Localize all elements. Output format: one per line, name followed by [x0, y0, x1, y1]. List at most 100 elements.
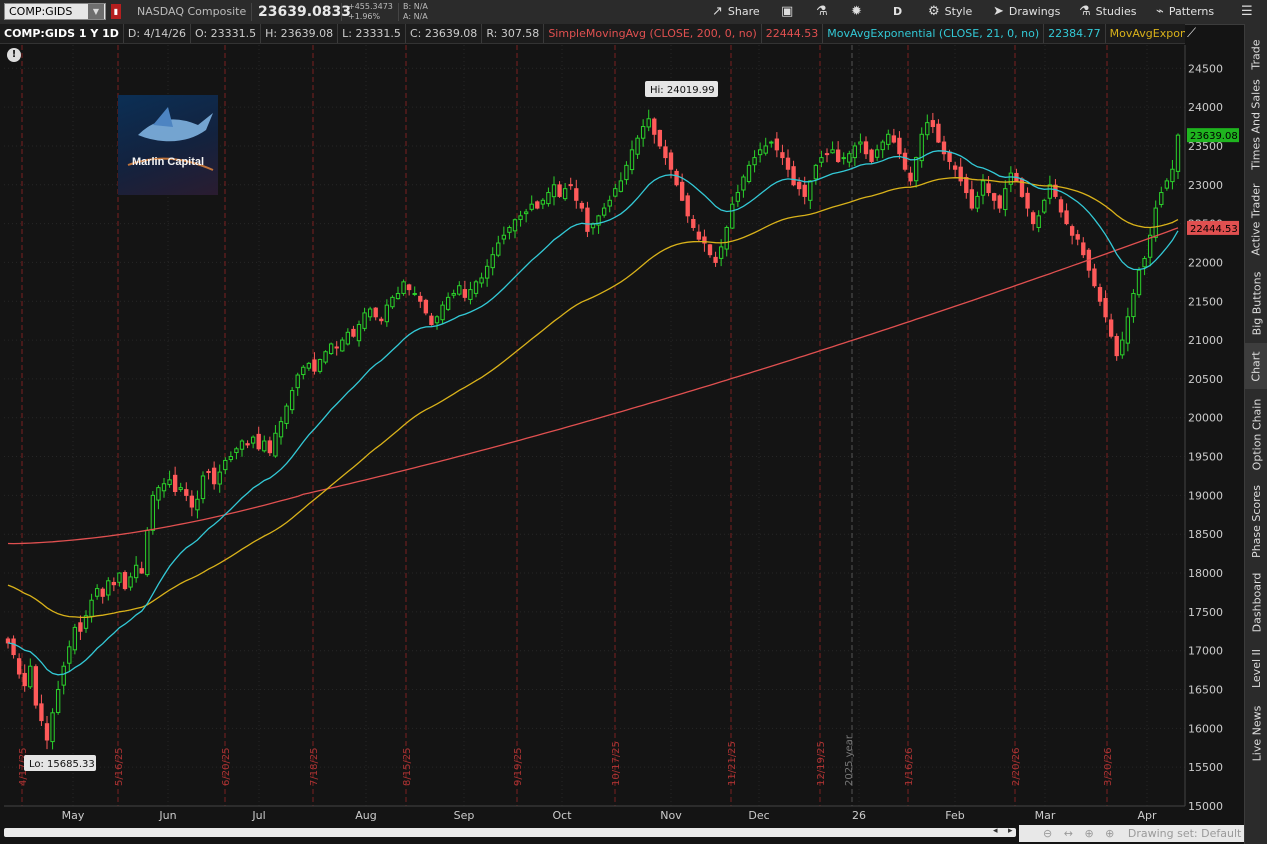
- candle[interactable]: [691, 219, 696, 228]
- candle[interactable]: [117, 572, 122, 583]
- crosshair-icon[interactable]: ⊕: [1084, 827, 1093, 840]
- candle[interactable]: [401, 281, 406, 294]
- fit-icon[interactable]: ↔: [1064, 827, 1073, 840]
- candle[interactable]: [646, 118, 651, 128]
- candle[interactable]: [529, 203, 534, 210]
- drawings-button[interactable]: ➤ Drawings: [993, 0, 1060, 24]
- candle[interactable]: [847, 153, 852, 163]
- candle[interactable]: [785, 157, 791, 170]
- candle[interactable]: [640, 126, 646, 139]
- candle[interactable]: [395, 292, 401, 300]
- candle[interactable]: [512, 219, 518, 232]
- zoom-in-icon[interactable]: ⊕: [1105, 827, 1114, 840]
- candle[interactable]: [334, 346, 339, 349]
- candle[interactable]: [434, 316, 440, 324]
- candle[interactable]: [852, 145, 858, 159]
- candle[interactable]: [33, 666, 39, 706]
- candle[interactable]: [133, 564, 139, 579]
- candle[interactable]: [841, 157, 846, 160]
- candle[interactable]: [11, 638, 16, 656]
- candle[interactable]: [228, 456, 234, 461]
- candle[interactable]: [863, 141, 869, 155]
- candle[interactable]: [1036, 215, 1041, 228]
- candle[interactable]: [964, 177, 969, 194]
- candle[interactable]: [5, 638, 11, 644]
- candle[interactable]: [902, 152, 908, 170]
- candle[interactable]: [741, 176, 746, 191]
- candle[interactable]: [1064, 210, 1069, 225]
- side-tab-dashboard[interactable]: Dashboard: [1245, 567, 1267, 637]
- ema60-study-label[interactable]: MovAvgExponential (CLOSE, 60,...: [1106, 24, 1185, 43]
- candle[interactable]: [44, 723, 50, 741]
- candle[interactable]: [802, 184, 807, 197]
- candle[interactable]: [289, 390, 295, 411]
- candle[interactable]: [930, 120, 936, 128]
- candle[interactable]: [356, 324, 362, 342]
- candle[interactable]: [457, 285, 462, 295]
- candle[interactable]: [367, 308, 373, 318]
- side-tab-big-buttons[interactable]: Big Buttons: [1245, 269, 1267, 337]
- candle[interactable]: [696, 231, 702, 240]
- candle[interactable]: [796, 181, 802, 190]
- candle[interactable]: [1081, 242, 1086, 256]
- flask-button[interactable]: ⚗: [816, 0, 833, 24]
- candle[interactable]: [969, 189, 975, 209]
- candle[interactable]: [267, 440, 273, 454]
- candle[interactable]: [323, 351, 328, 363]
- candle[interactable]: [518, 215, 523, 220]
- candle[interactable]: [819, 157, 824, 163]
- candle[interactable]: [440, 304, 445, 321]
- candle[interactable]: [579, 202, 585, 209]
- candle[interactable]: [28, 665, 33, 688]
- chart-mode-icon[interactable]: ⟋: [1187, 26, 1205, 42]
- candle[interactable]: [273, 432, 278, 457]
- candle[interactable]: [406, 284, 412, 291]
- candle[interactable]: [445, 296, 451, 310]
- candle[interactable]: [206, 470, 211, 473]
- candle[interactable]: [490, 254, 495, 269]
- candle[interactable]: [551, 184, 557, 198]
- candle[interactable]: [223, 459, 228, 471]
- candle[interactable]: [724, 226, 729, 250]
- candle[interactable]: [78, 622, 83, 632]
- candle[interactable]: [317, 358, 323, 372]
- candle[interactable]: [891, 135, 897, 143]
- candle[interactable]: [568, 184, 573, 187]
- candle[interactable]: [284, 405, 289, 424]
- alert-flag-icon[interactable]: ▮: [111, 4, 121, 19]
- candle[interactable]: [657, 129, 663, 147]
- candle[interactable]: [585, 207, 590, 232]
- candle[interactable]: [718, 246, 724, 259]
- candle[interactable]: [813, 164, 819, 180]
- candle[interactable]: [451, 292, 456, 296]
- time-scrollbar[interactable]: [4, 828, 1016, 837]
- candle[interactable]: [390, 296, 395, 308]
- candle[interactable]: [880, 141, 885, 151]
- candle[interactable]: [1008, 172, 1014, 185]
- candle[interactable]: [312, 359, 317, 372]
- candle[interactable]: [161, 483, 167, 492]
- candle[interactable]: [835, 149, 841, 162]
- candle[interactable]: [362, 312, 367, 329]
- candle[interactable]: [262, 440, 267, 452]
- candle[interactable]: [652, 118, 657, 135]
- candle[interactable]: [991, 193, 997, 201]
- candle[interactable]: [941, 141, 947, 155]
- side-tab-times-and-sales[interactable]: Times And Sales: [1245, 79, 1267, 169]
- candle[interactable]: [607, 199, 612, 207]
- candle[interactable]: [674, 170, 679, 186]
- studies-button[interactable]: ⚗ Studies: [1079, 0, 1136, 24]
- candle[interactable]: [635, 137, 640, 155]
- candle[interactable]: [418, 295, 423, 302]
- candle[interactable]: [462, 289, 468, 298]
- candle[interactable]: [156, 487, 161, 501]
- candle[interactable]: [780, 152, 785, 159]
- candle[interactable]: [824, 153, 830, 156]
- candle[interactable]: [523, 211, 529, 215]
- scroll-left-icon[interactable]: ◂: [993, 826, 998, 836]
- candle[interactable]: [1097, 287, 1103, 302]
- candle[interactable]: [55, 689, 61, 713]
- candle[interactable]: [679, 181, 685, 201]
- candle[interactable]: [735, 192, 741, 202]
- candle[interactable]: [562, 188, 568, 200]
